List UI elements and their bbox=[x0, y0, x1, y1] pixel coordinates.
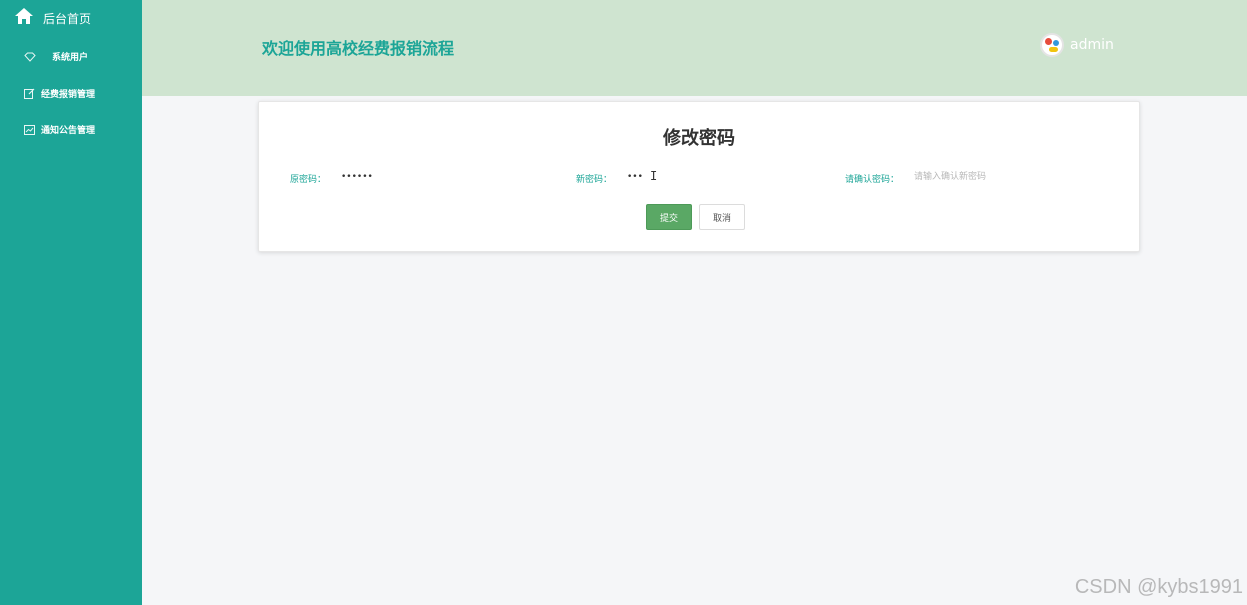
text-cursor-icon: I bbox=[650, 169, 658, 183]
new-password-label: 新密码： bbox=[576, 175, 613, 185]
sidebar-item-expense-management[interactable]: 经费报销管理 bbox=[24, 85, 95, 101]
sidebar-item-expense-management-label: 经费报销管理 bbox=[41, 89, 96, 100]
username: admin bbox=[1070, 37, 1114, 53]
sidebar: 后台首页 系统用户 经费报销管理 通知公告管理 bbox=[0, 0, 142, 605]
line-chart-icon bbox=[24, 120, 35, 139]
sidebar-item-notice-management[interactable]: 通知公告管理 bbox=[24, 121, 95, 137]
confirm-password-label: 请确认密码： bbox=[845, 175, 900, 185]
user-menu[interactable]: admin bbox=[1040, 33, 1114, 57]
submit-button[interactable]: 提交 bbox=[646, 204, 692, 230]
form-title: 修改密码 bbox=[663, 128, 735, 149]
change-password-card: 修改密码 原密码： 新密码： I 请确认密码： 提交 取消 bbox=[258, 101, 1140, 252]
sidebar-item-notice-management-label: 通知公告管理 bbox=[41, 125, 96, 136]
watermark: CSDN @kybs1991 bbox=[1074, 576, 1243, 598]
old-password-input[interactable] bbox=[341, 168, 461, 186]
edit-note-icon bbox=[24, 84, 35, 103]
top-header: 欢迎使用高校经费报销流程 admin bbox=[142, 0, 1247, 96]
cancel-button[interactable]: 取消 bbox=[699, 204, 745, 230]
sidebar-item-system-users-label: 系统用户 bbox=[52, 52, 89, 63]
old-password-label: 原密码： bbox=[290, 175, 327, 185]
avatar bbox=[1040, 33, 1064, 57]
sidebar-item-home[interactable]: 后台首页 bbox=[14, 7, 91, 29]
new-password-input[interactable] bbox=[627, 168, 667, 186]
home-icon bbox=[14, 7, 34, 29]
sidebar-item-home-label: 后台首页 bbox=[43, 11, 92, 26]
confirm-password-input[interactable] bbox=[914, 168, 1064, 186]
diamond-outline-icon bbox=[24, 47, 36, 66]
sidebar-item-system-users[interactable]: 系统用户 bbox=[24, 48, 88, 64]
page-title: 欢迎使用高校经费报销流程 bbox=[262, 39, 455, 58]
